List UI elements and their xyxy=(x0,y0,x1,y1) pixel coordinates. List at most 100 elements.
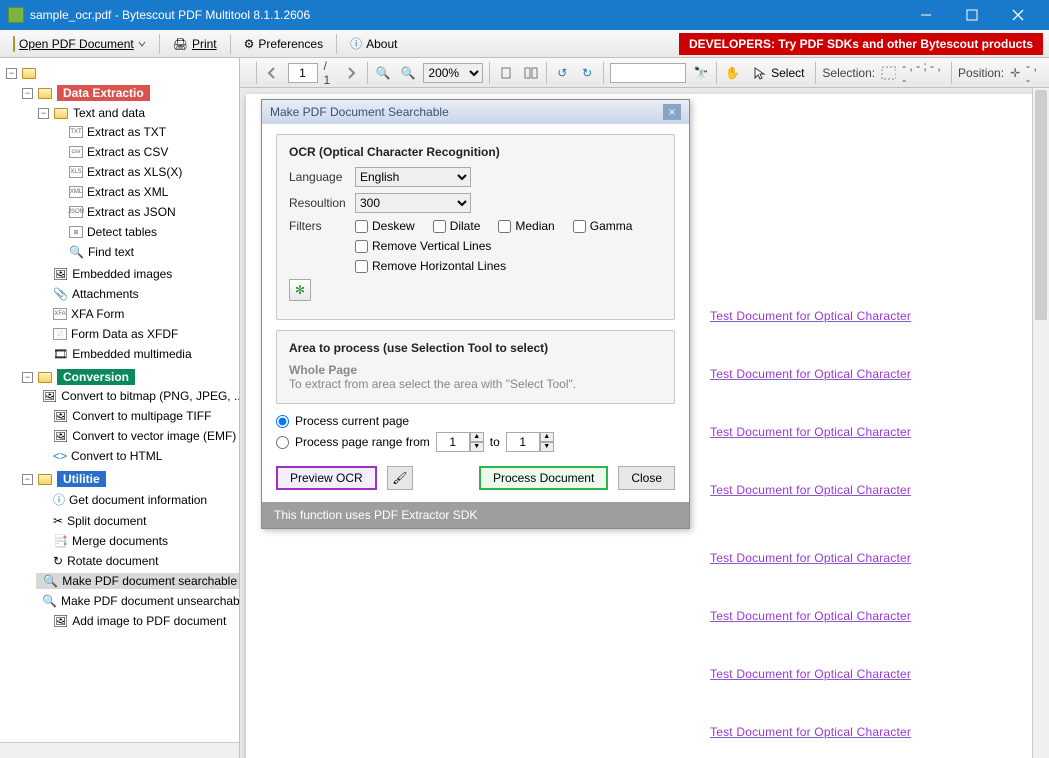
bug-icon: ✻ xyxy=(295,283,305,297)
maximize-button[interactable] xyxy=(949,0,995,30)
sidebar: − − Data Extractio xyxy=(0,58,240,758)
process-range-radio[interactable] xyxy=(276,436,289,449)
find-button[interactable]: 🔭 xyxy=(692,63,711,83)
resolution-select[interactable]: 300 xyxy=(355,193,471,213)
tree-make-searchable[interactable]: 🔍Make PDF document searchable xyxy=(36,573,239,589)
paperclip-icon: 📎 xyxy=(53,287,68,301)
tree-doc-info[interactable]: ⓘGet document information xyxy=(36,490,239,509)
hand-tool-button[interactable]: ✋ xyxy=(723,63,742,83)
dev-banner[interactable]: DEVELOPERS: Try PDF SDKs and other Bytes… xyxy=(679,33,1043,55)
area-heading: Area to process (use Selection Tool to s… xyxy=(289,341,662,355)
median-checkbox[interactable]: Median xyxy=(498,219,554,233)
close-button[interactable]: Close xyxy=(618,466,675,490)
range-to-spinner[interactable]: ▲▼ xyxy=(506,432,554,452)
cat-conversion[interactable]: − Conversion xyxy=(20,368,239,386)
layout1-button[interactable] xyxy=(496,63,515,83)
sidebar-scrollbar[interactable] xyxy=(0,742,239,758)
collapse-icon[interactable]: − xyxy=(22,88,33,99)
prev-page-button[interactable] xyxy=(263,63,282,83)
vertical-scrollbar[interactable] xyxy=(1032,88,1049,758)
about-button[interactable]: ⓘ About xyxy=(343,32,404,55)
tree-find-text[interactable]: 🔍Find text xyxy=(52,244,239,260)
zoom-out-button[interactable]: 🔍 xyxy=(374,63,393,83)
ocr-heading: OCR (Optical Character Recognition) xyxy=(289,145,662,159)
selection-value: - , - ; - , - xyxy=(902,59,945,87)
clear-button[interactable]: 🖌 xyxy=(387,466,413,490)
tree-merge[interactable]: 📑Merge documents xyxy=(36,533,239,549)
filters-label: Filters xyxy=(289,219,345,233)
gamma-checkbox[interactable]: Gamma xyxy=(573,219,633,233)
rotate-ccw-icon: ↺ xyxy=(557,66,567,80)
tree-convert-bitmap[interactable]: 🖼Convert to bitmap (PNG, JPEG, ...) xyxy=(36,388,239,404)
layout2-button[interactable] xyxy=(521,63,540,83)
selection-label: Selection: xyxy=(822,66,875,80)
remove-hlines-checkbox[interactable]: Remove Horizontal Lines xyxy=(355,259,506,273)
dialog-close-button[interactable]: × xyxy=(663,104,681,120)
app-icon xyxy=(8,7,24,23)
dialog-title: Make PDF Document Searchable xyxy=(270,105,449,119)
film-icon: 🎞 xyxy=(53,347,68,361)
language-select[interactable]: English xyxy=(355,167,471,187)
tree-xfdf[interactable]: 📄Form Data as XFDF xyxy=(36,326,239,342)
tree-embedded-images[interactable]: 🖼Embedded images xyxy=(36,266,239,282)
language-label: Language xyxy=(289,170,345,184)
position-value: - , - xyxy=(1026,59,1043,87)
tree-extract-csv[interactable]: csvExtract as CSV xyxy=(52,144,239,160)
deskew-checkbox[interactable]: Deskew xyxy=(355,219,415,233)
zoom-in-button[interactable]: 🔍 xyxy=(399,63,418,83)
dialog-titlebar[interactable]: Make PDF Document Searchable × xyxy=(262,100,689,124)
rotate-cw-button[interactable]: ↻ xyxy=(578,63,597,83)
tree-detect-tables[interactable]: ⊞Detect tables xyxy=(52,224,239,240)
info-icon: ⓘ xyxy=(350,35,362,52)
image-icon: 🖼 xyxy=(53,614,68,628)
minimize-button[interactable] xyxy=(903,0,949,30)
remove-vlines-checkbox[interactable]: Remove Vertical Lines xyxy=(355,239,491,253)
binoculars-icon: 🔭 xyxy=(693,66,708,80)
collapse-icon[interactable]: − xyxy=(6,68,17,79)
range-from-spinner[interactable]: ▲▼ xyxy=(436,432,484,452)
window-title: sample_ocr.pdf - Bytescout PDF Multitool… xyxy=(30,8,903,22)
tree-root[interactable]: − xyxy=(4,64,239,82)
preview-ocr-button[interactable]: Preview OCR xyxy=(276,466,377,490)
tree-extract-xml[interactable]: XMLExtract as XML xyxy=(52,184,239,200)
tree-add-image[interactable]: 🖼Add image to PDF document xyxy=(36,613,239,629)
print-button[interactable]: 🖨 Print xyxy=(166,34,224,54)
close-window-button[interactable] xyxy=(995,0,1041,30)
split-icon: ✂ xyxy=(53,514,63,528)
open-pdf-button[interactable]: Open PDF Document xyxy=(6,34,153,54)
tree-split[interactable]: ✂Split document xyxy=(36,513,239,529)
tree-xfa-form[interactable]: XFAXFA Form xyxy=(36,306,239,322)
tree-extract-txt[interactable]: TXTExtract as TXT xyxy=(52,124,239,140)
tree-text-and-data[interactable]: − Text and data xyxy=(36,104,239,122)
position-label: Position: xyxy=(958,66,1004,80)
dilate-checkbox[interactable]: Dilate xyxy=(433,219,481,233)
search-input[interactable] xyxy=(610,63,686,83)
filter-settings-button[interactable]: ✻ xyxy=(289,279,311,301)
zoom-in-icon: 🔍 xyxy=(401,66,416,80)
tree-rotate[interactable]: ↻Rotate document xyxy=(36,553,239,569)
tree-multimedia[interactable]: 🎞Embedded multimedia xyxy=(36,346,239,362)
tree-convert-html[interactable]: <>Convert to HTML xyxy=(36,448,239,464)
tree-make-unsearchable[interactable]: 🔍Make PDF document unsearchable xyxy=(36,593,239,609)
zoom-out-icon: 🔍 xyxy=(376,66,391,80)
preferences-button[interactable]: ⚙ Preferences xyxy=(237,34,330,54)
cat-utilities[interactable]: − Utilitie xyxy=(20,470,239,488)
rotate-ccw-button[interactable]: ↺ xyxy=(553,63,572,83)
tree-convert-tiff[interactable]: 🖼Convert to multipage TIFF xyxy=(36,408,239,424)
select-tool-button[interactable]: Select xyxy=(748,63,809,83)
process-current-radio[interactable] xyxy=(276,415,289,428)
page-input[interactable] xyxy=(288,63,318,83)
folder-open-icon xyxy=(13,37,15,51)
image-icon: 🖼 xyxy=(53,409,68,423)
search-doc-icon: 🔍 xyxy=(42,594,57,608)
tree-extract-xls[interactable]: XLSExtract as XLS(X) xyxy=(52,164,239,180)
zoom-select[interactable]: 200% xyxy=(423,63,483,83)
next-page-button[interactable] xyxy=(342,63,361,83)
tree-extract-json[interactable]: JSONExtract as JSON xyxy=(52,204,239,220)
area-whole: Whole Page xyxy=(289,363,662,377)
tree-attachments[interactable]: 📎Attachments xyxy=(36,286,239,302)
cat-data-extraction[interactable]: − Data Extractio xyxy=(20,84,239,102)
resolution-label: Resoultion xyxy=(289,196,345,210)
process-document-button[interactable]: Process Document xyxy=(479,466,608,490)
tree-convert-emf[interactable]: 🖼Convert to vector image (EMF) xyxy=(36,428,239,444)
